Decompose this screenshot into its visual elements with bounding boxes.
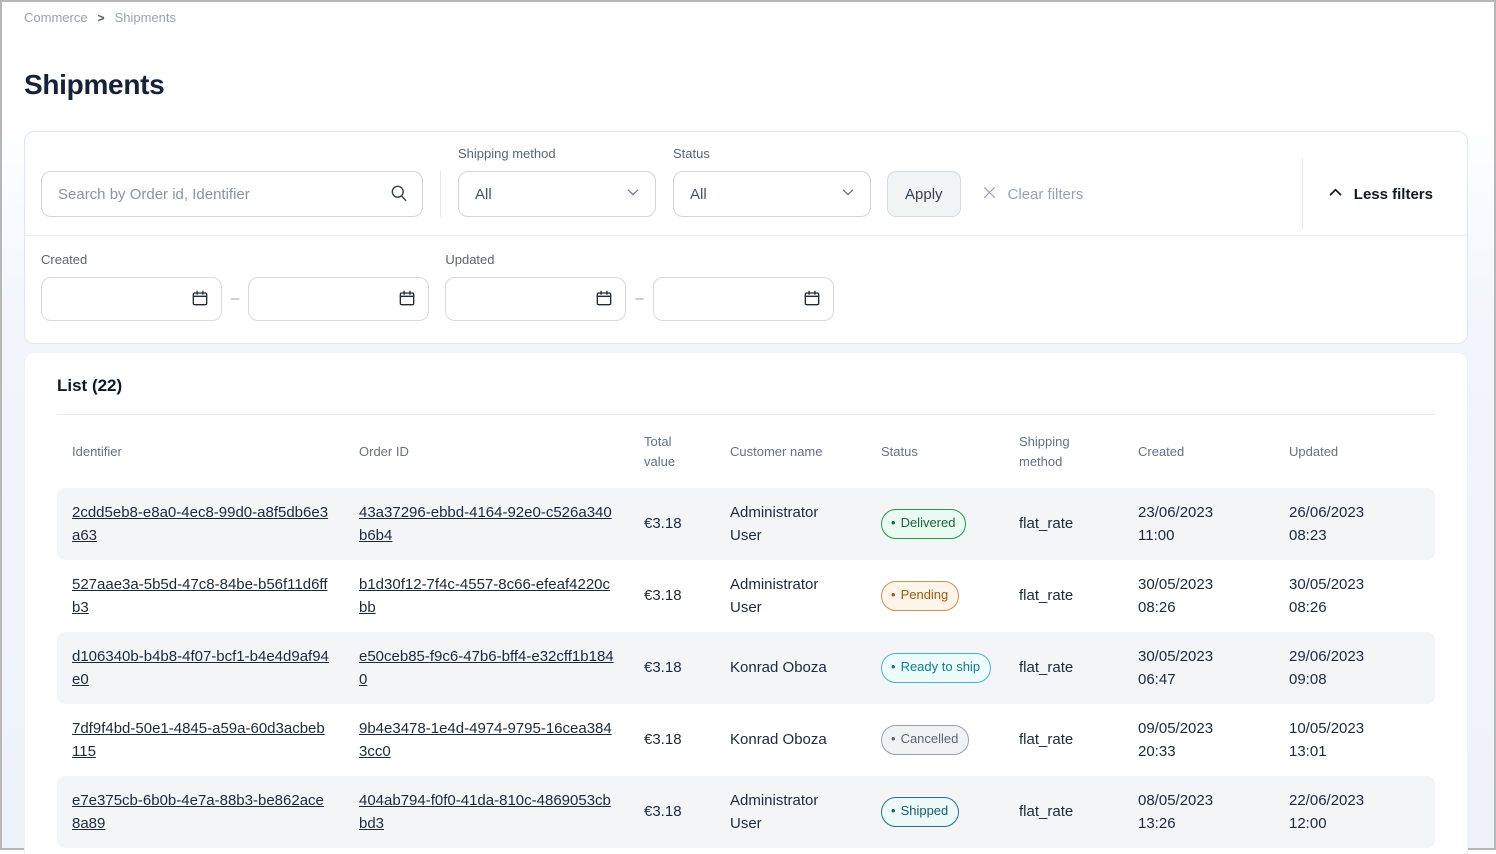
updated-cell: 30/05/202308:26 <box>1274 560 1435 632</box>
identifier-link[interactable]: 2cdd5eb8-e8a0-4ec8-99d0-a8f5db6e3a63 <box>72 501 329 548</box>
identifier-link[interactable]: e7e375cb-6b0b-4e7a-88b3-be862ace8a89 <box>72 789 329 836</box>
chevron-down-icon <box>840 184 856 204</box>
created-cell: 30/05/202306:47 <box>1123 632 1274 704</box>
table-row: 2cdd5eb8-e8a0-4ec8-99d0-a8f5db6e3a63 43a… <box>57 488 1435 560</box>
updated-cell: 29/06/202309:08 <box>1274 632 1435 704</box>
less-filters-toggle[interactable]: Less filters <box>1303 171 1433 217</box>
breadcrumb-item-commerce[interactable]: Commerce <box>24 10 88 25</box>
shipping-method-value: All <box>475 186 492 203</box>
total-value-cell: €3.18 <box>629 776 715 848</box>
calendar-icon[interactable] <box>190 288 210 313</box>
order-id-link[interactable]: b1d30f12-7f4c-4557-8c66-efeaf4220cbb <box>359 573 614 620</box>
table-row: d106340b-b4b8-4f07-bcf1-b4e4d9af94e0 e50… <box>57 632 1435 704</box>
identifier-link[interactable]: 7df9f4bd-50e1-4845-a59a-60d3acbeb115 <box>72 717 329 764</box>
shipping-method-cell: flat_rate <box>1004 704 1123 776</box>
status-badge: Delivered <box>881 509 966 538</box>
chevron-up-icon <box>1327 184 1344 205</box>
table-header: Identifier Order ID Total value Customer… <box>57 415 1435 488</box>
filters-panel: Shipping method All Status All <box>24 131 1468 344</box>
status-badge: Cancelled <box>881 725 969 754</box>
column-header-customer-name: Customer name <box>715 415 866 488</box>
column-header-identifier: Identifier <box>57 415 344 488</box>
status-label: Status <box>673 146 871 171</box>
breadcrumb: Commerce > Shipments <box>2 2 1494 25</box>
updated-to-group <box>653 277 834 321</box>
total-value-cell: €3.18 <box>629 488 715 560</box>
calendar-icon[interactable] <box>802 288 822 313</box>
created-cell: 23/06/202311:00 <box>1123 488 1274 560</box>
customer-name-cell: Administrator User <box>715 560 866 632</box>
created-to-group <box>248 277 429 321</box>
table-row: 527aae3a-5b5d-47c8-84be-b56f11d6ffb3 b1d… <box>57 560 1435 632</box>
customer-name-cell: Administrator User <box>715 776 866 848</box>
clear-filters-button[interactable]: Clear filters <box>981 171 1084 217</box>
calendar-icon[interactable] <box>397 288 417 313</box>
order-id-link[interactable]: e50ceb85-f9c6-47b6-bff4-e32cff1b1840 <box>359 645 614 692</box>
shipping-method-cell: flat_rate <box>1004 560 1123 632</box>
order-id-link[interactable]: 9b4e3478-1e4d-4974-9795-16cea3843cc0 <box>359 717 614 764</box>
table-row: 7df9f4bd-50e1-4845-a59a-60d3acbeb115 9b4… <box>57 704 1435 776</box>
apply-button[interactable]: Apply <box>887 171 961 217</box>
search-input[interactable] <box>41 171 423 217</box>
updated-cell: 22/06/202312:00 <box>1274 776 1435 848</box>
search-icon <box>389 183 409 208</box>
order-id-link[interactable]: 404ab794-f0f0-41da-810c-4869053cbbd3 <box>359 789 614 836</box>
created-label: Created <box>41 252 222 277</box>
order-id-link[interactable]: 43a37296-ebbd-4164-92e0-c526a340b6b4 <box>359 501 614 548</box>
chevron-down-icon <box>625 184 641 204</box>
created-cell: 30/05/202308:26 <box>1123 560 1274 632</box>
status-badge: Ready to ship <box>881 653 991 682</box>
close-icon <box>981 184 998 205</box>
table-row: e7e375cb-6b0b-4e7a-88b3-be862ace8a89 404… <box>57 776 1435 848</box>
identifier-link[interactable]: d106340b-b4b8-4f07-bcf1-b4e4d9af94e0 <box>72 645 329 692</box>
column-header-order-id: Order ID <box>344 415 629 488</box>
shipping-method-select[interactable]: All <box>458 171 656 217</box>
updated-cell: 26/06/202308:23 <box>1274 488 1435 560</box>
column-header-created: Created <box>1123 415 1274 488</box>
shipping-method-filter: Shipping method All <box>458 146 656 217</box>
search-group <box>41 171 423 217</box>
status-badge: Pending <box>881 581 959 610</box>
breadcrumb-item-shipments[interactable]: Shipments <box>115 10 176 25</box>
filters-row-main: Shipping method All Status All <box>25 132 1467 235</box>
shipping-method-cell: flat_rate <box>1004 632 1123 704</box>
list-title: List (22) <box>57 353 1435 414</box>
column-header-updated: Updated <box>1274 415 1435 488</box>
created-range-separator: – <box>231 290 239 307</box>
identifier-link[interactable]: 527aae3a-5b5d-47c8-84be-b56f11d6ffb3 <box>72 573 329 620</box>
shipments-list-panel: List (22) Identifier Order ID Total valu… <box>24 352 1468 854</box>
created-cell: 08/05/202313:26 <box>1123 776 1274 848</box>
total-value-cell: €3.18 <box>629 632 715 704</box>
updated-cell: 10/05/202313:01 <box>1274 704 1435 776</box>
calendar-icon[interactable] <box>594 288 614 313</box>
customer-name-cell: Administrator User <box>715 488 866 560</box>
column-header-total-value: Total value <box>629 415 715 488</box>
column-header-shipping-method: Shipping method <box>1004 415 1123 488</box>
updated-label: Updated <box>445 252 626 277</box>
status-value: All <box>690 186 707 203</box>
created-cell: 09/05/202320:33 <box>1123 704 1274 776</box>
created-filter: Created <box>41 252 222 321</box>
status-select[interactable]: All <box>673 171 871 217</box>
shipments-page: Commerce > Shipments Shipments Shipping … <box>2 2 1494 854</box>
updated-filter: Updated <box>445 252 626 321</box>
clear-filters-label: Clear filters <box>1008 186 1084 203</box>
table-body: 2cdd5eb8-e8a0-4ec8-99d0-a8f5db6e3a63 43a… <box>57 488 1435 848</box>
page-title: Shipments <box>24 69 1494 101</box>
customer-name-cell: Konrad Oboza <box>715 632 866 704</box>
status-badge: Shipped <box>881 797 959 826</box>
column-header-status: Status <box>866 415 1004 488</box>
customer-name-cell: Konrad Oboza <box>715 704 866 776</box>
shipping-method-label: Shipping method <box>458 146 656 171</box>
filters-divider <box>440 171 441 217</box>
less-filters-label: Less filters <box>1354 186 1433 203</box>
shipping-method-cell: flat_rate <box>1004 776 1123 848</box>
status-filter: Status All <box>673 146 871 217</box>
breadcrumb-separator-icon: > <box>98 11 105 25</box>
shipping-method-cell: flat_rate <box>1004 488 1123 560</box>
updated-range-separator: – <box>635 290 643 307</box>
total-value-cell: €3.18 <box>629 704 715 776</box>
filters-row-dates: Created – <box>25 236 1467 343</box>
total-value-cell: €3.18 <box>629 560 715 632</box>
